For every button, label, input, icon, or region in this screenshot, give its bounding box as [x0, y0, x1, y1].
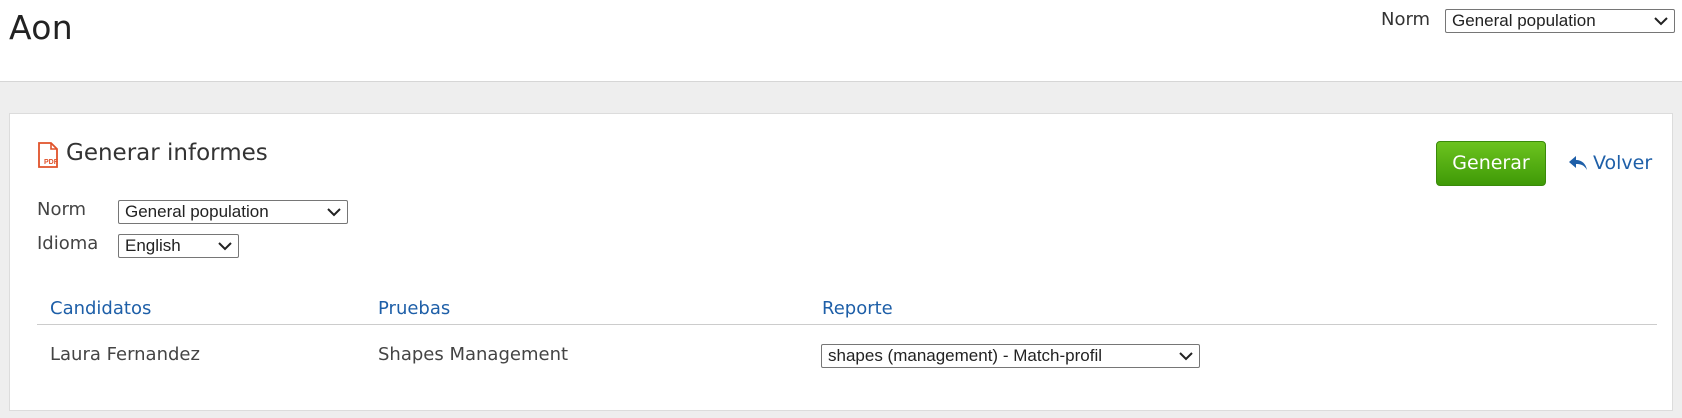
idioma-select[interactable]: English [118, 234, 239, 258]
column-header-reporte: Reporte [822, 298, 893, 319]
panel-title: Generar informes [66, 140, 268, 166]
report-select[interactable]: shapes (management) - Match-profil [821, 344, 1200, 368]
generate-button[interactable]: Generar [1436, 141, 1546, 186]
idioma-select-value: English [125, 236, 181, 255]
brand-logo-text: Aon [9, 8, 73, 47]
norm-label: Norm [37, 199, 87, 220]
idioma-label: Idioma [37, 233, 99, 254]
norm-select-value: General population [125, 202, 269, 221]
back-link-label: Volver [1593, 152, 1653, 174]
test-name: Shapes Management [378, 344, 569, 365]
reply-arrow-icon [1569, 156, 1587, 170]
generate-reports-panel: PDF Generar informes Norm General popula… [9, 113, 1673, 411]
column-header-candidatos: Candidatos [50, 298, 152, 319]
chevron-down-icon [1654, 17, 1668, 26]
chevron-down-icon [1179, 352, 1193, 361]
pdf-file-icon: PDF [38, 142, 59, 168]
top-bar: Aon Norm General population [0, 0, 1682, 82]
candidate-name: Laura Fernandez [50, 344, 200, 365]
column-header-pruebas: Pruebas [378, 298, 451, 319]
chevron-down-icon [218, 242, 232, 251]
report-select-value: shapes (management) - Match-profil [828, 346, 1103, 365]
header-norm-label: Norm [1381, 9, 1431, 30]
table-header-divider [37, 324, 1657, 325]
chevron-down-icon [327, 208, 341, 217]
back-link[interactable]: Volver [1568, 152, 1652, 174]
svg-text:PDF: PDF [44, 159, 59, 166]
header-norm-select-value: General population [1452, 11, 1596, 30]
header-norm-select[interactable]: General population [1445, 9, 1675, 33]
norm-select[interactable]: General population [118, 200, 348, 224]
